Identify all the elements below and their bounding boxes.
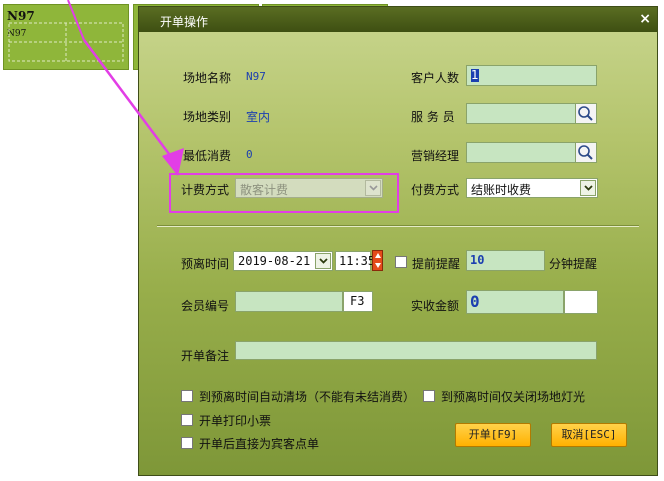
member-lookup-key: F3 bbox=[350, 294, 365, 308]
venue-type-value: 室内 bbox=[246, 110, 271, 124]
payment-method-label: 付费方式 bbox=[411, 183, 460, 197]
leave-time-label: 预离时间 bbox=[181, 257, 230, 271]
remind-minutes-value: 10 bbox=[470, 253, 485, 267]
leave-clock-input[interactable]: 11:35 bbox=[335, 251, 375, 271]
spin-down-icon[interactable] bbox=[374, 261, 382, 269]
lights-off-checkbox[interactable] bbox=[423, 390, 435, 402]
member-no-label: 会员编号 bbox=[181, 299, 230, 313]
payment-method-value: 结账时收费 bbox=[471, 183, 532, 197]
leave-date-value: 2019-08-21 bbox=[238, 254, 311, 268]
billing-method-label: 计费方式 bbox=[181, 183, 230, 197]
chevron-down-icon[interactable] bbox=[315, 253, 331, 269]
dialog-titlebar: 开单操作 × bbox=[139, 7, 657, 32]
customer-count-input[interactable]: 1 bbox=[466, 65, 597, 86]
sales-manager-search-button[interactable] bbox=[575, 142, 597, 163]
court-lines-icon bbox=[8, 22, 124, 62]
search-icon bbox=[578, 145, 593, 160]
search-icon bbox=[578, 106, 593, 121]
note-label: 开单备注 bbox=[181, 349, 230, 363]
auto-clear-label: 到预离时间自动清场（不能有未结消费） bbox=[199, 390, 416, 404]
member-lookup-button[interactable]: F3 bbox=[343, 291, 373, 312]
min-spend-label: 最低消费 bbox=[183, 149, 232, 163]
waiter-search-button[interactable] bbox=[575, 103, 597, 124]
open-order-button[interactable]: 开单[F9] bbox=[455, 423, 531, 447]
lights-off-label: 到预离时间仅关闭场地灯光 bbox=[441, 390, 586, 404]
cancel-button[interactable]: 取消[ESC] bbox=[551, 423, 627, 447]
leave-date-picker[interactable]: 2019-08-21 bbox=[233, 251, 333, 271]
billing-method-select[interactable]: 散客计费 bbox=[235, 178, 383, 198]
note-input[interactable] bbox=[235, 341, 597, 360]
received-amount-extra bbox=[564, 290, 598, 314]
time-spinner[interactable] bbox=[372, 250, 383, 271]
remind-checkbox[interactable] bbox=[395, 256, 407, 268]
spin-up-icon[interactable] bbox=[374, 252, 382, 260]
print-receipt-label: 开单打印小票 bbox=[199, 414, 272, 428]
venue-type-label: 场地类别 bbox=[183, 110, 232, 124]
close-icon[interactable]: × bbox=[639, 11, 651, 27]
chevron-down-icon[interactable] bbox=[580, 180, 596, 196]
member-no-input[interactable] bbox=[235, 291, 343, 312]
venue-name-value: N97 bbox=[246, 70, 266, 83]
sales-manager-label: 营销经理 bbox=[411, 149, 460, 163]
waiter-label: 服 务 员 bbox=[411, 110, 455, 124]
dialog-title: 开单操作 bbox=[160, 15, 209, 29]
customer-count-value: 1 bbox=[471, 68, 479, 82]
remind-minutes-input[interactable]: 10 bbox=[466, 250, 545, 271]
remind-suffix: 分钟提醒 bbox=[549, 257, 598, 271]
direct-order-label: 开单后直接为宾客点单 bbox=[199, 437, 320, 451]
section-divider bbox=[157, 225, 639, 227]
print-receipt-checkbox[interactable] bbox=[181, 414, 193, 426]
payment-method-select[interactable]: 结账时收费 bbox=[466, 178, 598, 198]
chevron-down-icon bbox=[365, 180, 381, 196]
waiter-input[interactable] bbox=[466, 103, 576, 124]
customer-count-label: 客户人数 bbox=[411, 71, 460, 85]
received-amount-value: 0 bbox=[470, 292, 480, 311]
direct-order-checkbox[interactable] bbox=[181, 437, 193, 449]
billing-method-value: 散客计费 bbox=[240, 183, 289, 197]
auto-clear-checkbox[interactable] bbox=[181, 390, 193, 402]
sales-manager-input[interactable] bbox=[466, 142, 576, 163]
received-amount-input[interactable]: 0 bbox=[466, 290, 564, 314]
remind-label: 提前提醒 bbox=[412, 257, 461, 271]
screen: N97 N97 开单操作 × 场地名称 N97 客户人数 1 场地类别 室内 服… bbox=[0, 0, 664, 481]
leave-clock-value: 11:35 bbox=[339, 254, 376, 268]
min-spend-value: 0 bbox=[246, 148, 253, 161]
venue-name-label: 场地名称 bbox=[183, 71, 232, 85]
open-order-dialog: 开单操作 × 场地名称 N97 客户人数 1 场地类别 室内 服 务 员 最低消… bbox=[138, 6, 658, 476]
received-amount-label: 实收金额 bbox=[411, 299, 460, 313]
court-tile-n97[interactable]: N97 N97 bbox=[3, 4, 129, 70]
